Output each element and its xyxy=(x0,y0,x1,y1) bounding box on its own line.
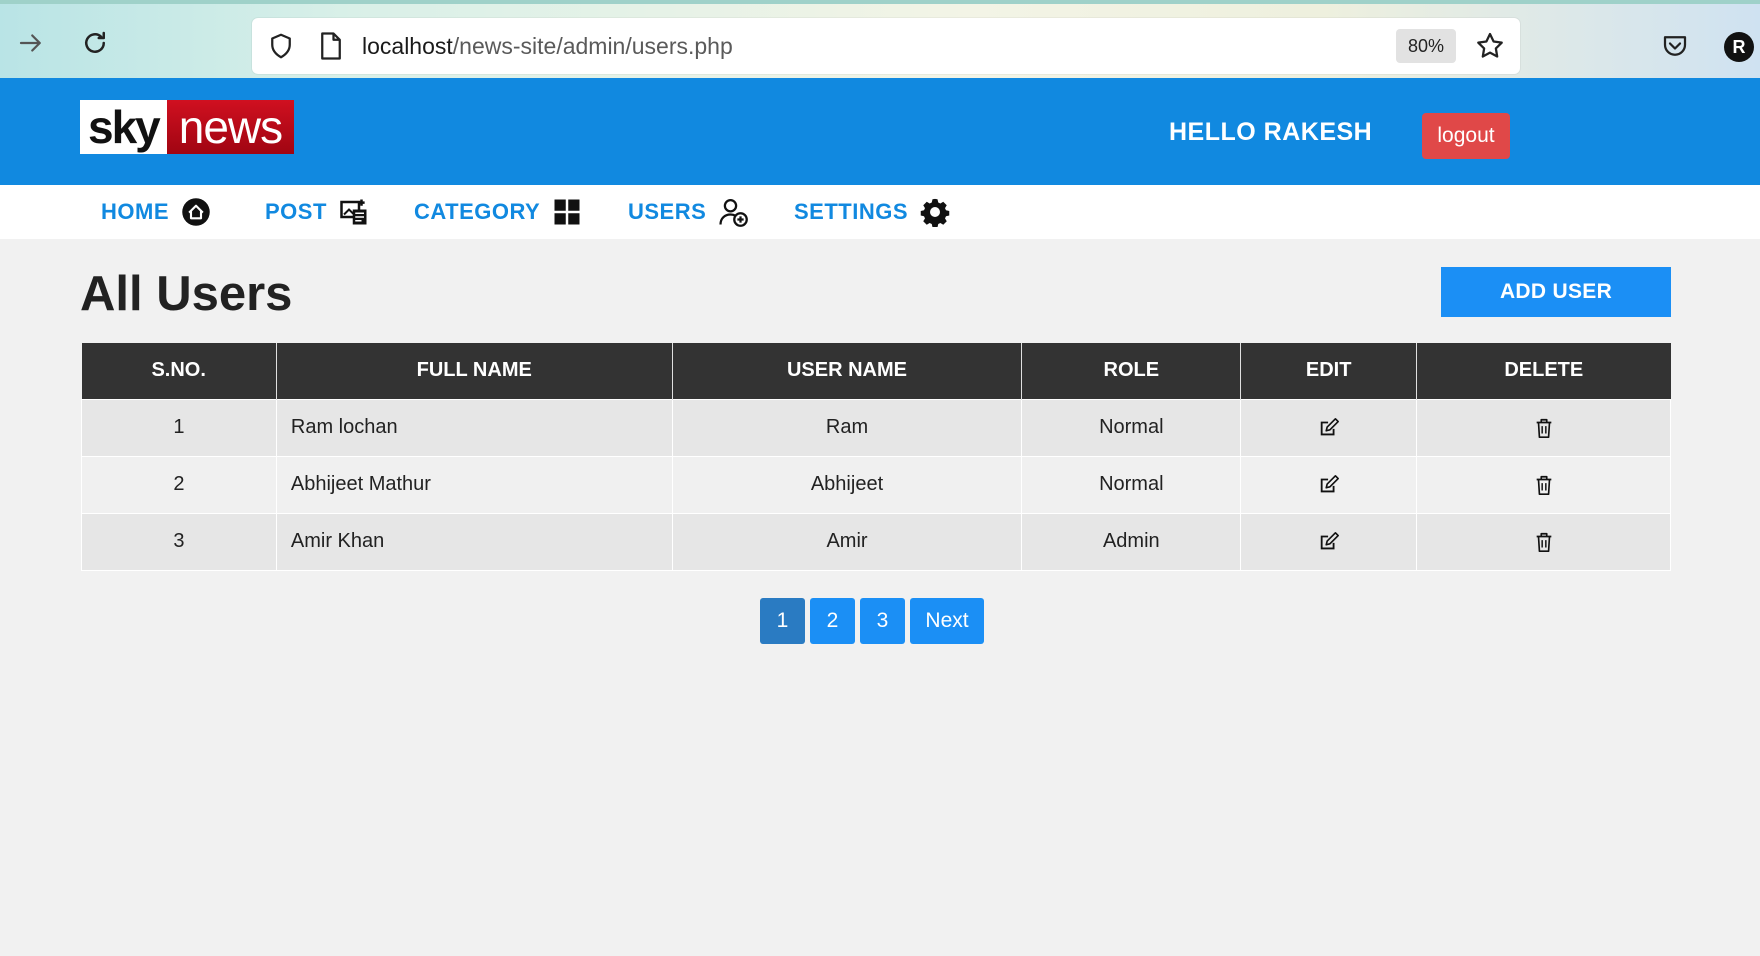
menu-item-post[interactable]: POST xyxy=(265,185,369,239)
cell-role: Normal xyxy=(1021,455,1242,514)
pagination: 1 2 3 Next xyxy=(760,598,984,644)
cell-edit xyxy=(1240,455,1418,514)
menu-label: HOME xyxy=(101,199,169,224)
gear-icon xyxy=(920,198,950,227)
url-text[interactable]: localhost/news-site/admin/users.php xyxy=(362,33,733,60)
next-page-button[interactable]: Next xyxy=(910,598,984,644)
reload-icon xyxy=(85,31,105,53)
menu-label: USERS xyxy=(628,199,707,224)
edit-icon[interactable] xyxy=(1318,474,1340,496)
logo-news-text: news xyxy=(166,100,295,154)
cell-full-name: Abhijeet Mathur xyxy=(275,455,673,514)
forward-button[interactable] xyxy=(14,26,48,60)
cell-edit xyxy=(1240,512,1418,571)
trash-icon[interactable] xyxy=(1533,474,1555,496)
zoom-level-badge[interactable]: 80% xyxy=(1396,29,1456,63)
greeting-text: HELLO RAKESH xyxy=(1169,118,1373,146)
table-row: 1 Ram lochan Ram Normal xyxy=(81,398,1671,457)
site-header: sky news HELLO RAKESH logout xyxy=(0,78,1760,185)
page-button-3[interactable]: 3 xyxy=(860,598,905,644)
arrow-right-icon xyxy=(19,34,41,52)
header-user-name: USER NAME xyxy=(671,343,1022,399)
header-full-name: FULL NAME xyxy=(275,343,673,399)
cell-sno: 3 xyxy=(81,512,277,571)
cell-delete xyxy=(1416,455,1671,514)
cell-delete xyxy=(1416,398,1671,457)
menu-label: POST xyxy=(265,199,327,224)
page-icon xyxy=(321,32,341,60)
header-edit: EDIT xyxy=(1240,343,1417,399)
grid-icon xyxy=(554,199,580,225)
url-host: localhost xyxy=(362,33,453,59)
menu-label: SETTINGS xyxy=(794,199,909,224)
bookmark-star-icon[interactable] xyxy=(1474,30,1506,62)
cell-sno: 1 xyxy=(81,398,277,457)
cell-role: Normal xyxy=(1021,398,1242,457)
cell-user-name: Amir xyxy=(671,512,1023,571)
admin-menu: HOME POST CATEGORY USERS SETTINGS xyxy=(0,185,1760,239)
browser-toolbar: localhost/news-site/admin/users.php 80% … xyxy=(0,0,1760,78)
menu-item-category[interactable]: CATEGORY xyxy=(414,185,582,239)
trash-icon[interactable] xyxy=(1533,417,1555,439)
menu-item-users[interactable]: USERS xyxy=(628,185,749,239)
reload-button[interactable] xyxy=(78,26,112,60)
page-button-1[interactable]: 1 xyxy=(760,598,805,644)
cell-sno: 2 xyxy=(81,455,277,514)
header-delete: DELETE xyxy=(1416,343,1671,399)
edit-icon[interactable] xyxy=(1318,417,1340,439)
add-user-button[interactable]: ADD USER xyxy=(1441,267,1671,317)
add-user-icon xyxy=(719,199,749,227)
shield-icon[interactable] xyxy=(266,31,296,61)
table-header-row: S.NO. FULL NAME USER NAME ROLE EDIT DELE… xyxy=(81,343,1671,399)
header-sno: S.NO. xyxy=(81,343,277,399)
image-post-icon xyxy=(340,199,367,225)
table-row: 2 Abhijeet Mathur Abhijeet Normal xyxy=(81,455,1671,514)
page-button-2[interactable]: 2 xyxy=(810,598,855,644)
edit-icon[interactable] xyxy=(1318,531,1340,553)
cell-full-name: Ram lochan xyxy=(275,398,673,457)
cell-role: Admin xyxy=(1021,512,1242,571)
cell-user-name: Ram xyxy=(671,398,1023,457)
cell-edit xyxy=(1240,398,1418,457)
profile-avatar[interactable]: R xyxy=(1724,32,1754,62)
logo-sky-text: sky xyxy=(80,100,167,154)
home-icon xyxy=(182,198,210,226)
table-row: 3 Amir Khan Amir Admin xyxy=(81,512,1671,571)
pocket-icon[interactable] xyxy=(1660,31,1690,61)
logout-button[interactable]: logout xyxy=(1422,113,1510,159)
users-table: S.NO. FULL NAME USER NAME ROLE EDIT DELE… xyxy=(81,343,1671,571)
trash-icon[interactable] xyxy=(1533,531,1555,553)
sky-news-logo[interactable]: sky news xyxy=(80,100,295,154)
cell-user-name: Abhijeet xyxy=(671,455,1023,514)
cell-full-name: Amir Khan xyxy=(275,512,673,571)
page-title: All Users xyxy=(80,267,293,321)
cell-delete xyxy=(1416,512,1671,571)
address-bar[interactable]: localhost/news-site/admin/users.php 80% xyxy=(252,18,1520,74)
menu-item-settings[interactable]: SETTINGS xyxy=(794,185,950,239)
header-role: ROLE xyxy=(1021,343,1241,399)
menu-item-home[interactable]: HOME xyxy=(101,185,211,239)
url-path: /news-site/admin/users.php xyxy=(452,33,733,59)
menu-label: CATEGORY xyxy=(414,199,541,224)
